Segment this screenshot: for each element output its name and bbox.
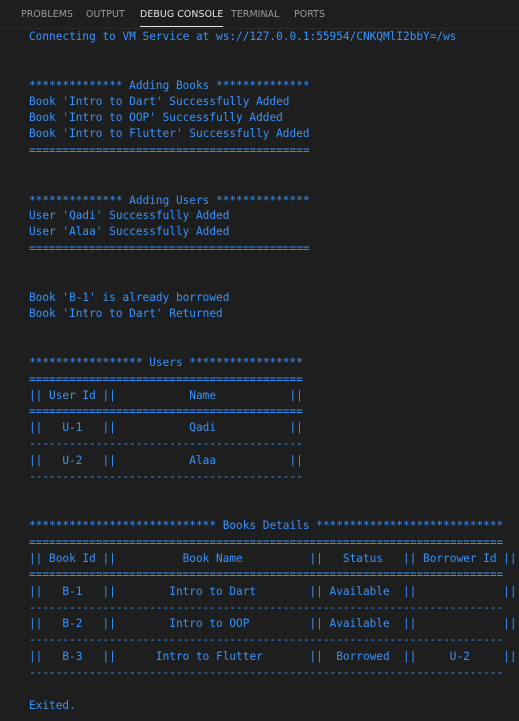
divider-line: ========================================… <box>29 242 310 255</box>
books-table-row: || B-2 || Intro to OOP || Available || |… <box>29 617 517 630</box>
exited-message: Exited. <box>29 699 76 712</box>
console-output[interactable]: Connecting to VM Service at ws://127.0.0… <box>0 29 519 721</box>
books-table-rule: ========================================… <box>29 536 504 549</box>
users-table-rule: ========================================… <box>29 405 303 418</box>
tab-label: PROBLEMS <box>21 9 73 20</box>
book-added-line: Book 'Intro to Flutter' Successfully Add… <box>29 127 310 140</box>
books-table-separator: ----------------------------------------… <box>29 633 504 646</box>
books-table-separator: ----------------------------------------… <box>29 666 504 679</box>
debug-panel: PROBLEMS OUTPUT DEBUG CONSOLE TERMINAL P… <box>0 0 519 721</box>
tab-label: OUTPUT <box>86 9 125 20</box>
books-table-row: || B-3 || Intro to Flutter || Borrowed |… <box>29 650 517 663</box>
adding-users-header: ************** Adding Users ************… <box>29 194 310 207</box>
book-added-line: Book 'Intro to OOP' Successfully Added <box>29 111 283 124</box>
returned-message: Book 'Intro to Dart' Returned <box>29 307 223 320</box>
panel-tab-bar: PROBLEMS OUTPUT DEBUG CONSOLE TERMINAL P… <box>0 0 519 29</box>
users-table-header: || User Id || Name || <box>29 389 303 402</box>
tab-output[interactable]: OUTPUT <box>86 9 125 20</box>
user-added-line: User 'Qadi' Successfully Added <box>29 209 230 222</box>
users-table-row: || U-2 || Alaa || <box>29 454 303 467</box>
users-table-separator: ----------------------------------------… <box>29 437 303 450</box>
tab-problems[interactable]: PROBLEMS <box>21 9 73 20</box>
tab-debug-console[interactable]: DEBUG CONSOLE <box>140 9 224 27</box>
borrowed-message: Book 'B-1' is already borrowed <box>29 291 230 304</box>
books-table-row: || B-1 || Intro to Dart || Available || … <box>29 585 517 598</box>
tab-label: DEBUG CONSOLE <box>140 9 224 20</box>
divider-line: ========================================… <box>29 144 310 157</box>
active-tab-indicator <box>140 26 224 27</box>
users-table-title: ***************** Users ****************… <box>29 356 303 369</box>
users-table-rule: ========================================… <box>29 373 303 386</box>
book-added-line: Book 'Intro to Dart' Successfully Added <box>29 95 290 108</box>
books-table-title: **************************** Books Detai… <box>29 519 504 532</box>
tab-label: PORTS <box>294 9 326 20</box>
users-table-row: || U-1 || Qadi || <box>29 421 303 434</box>
books-table-separator: ----------------------------------------… <box>29 601 504 614</box>
connecting-line: Connecting to VM Service at ws://127.0.0… <box>29 30 457 43</box>
tab-terminal[interactable]: TERMINAL <box>231 9 279 20</box>
user-added-line: User 'Alaa' Successfully Added <box>29 225 230 238</box>
tab-label: TERMINAL <box>231 9 280 20</box>
adding-books-header: ************** Adding Books ************… <box>29 79 310 92</box>
tab-ports[interactable]: PORTS <box>294 9 325 20</box>
books-table-rule: ========================================… <box>29 568 504 581</box>
books-table-header: || Book Id || Book Name || Status || Bor… <box>29 552 517 565</box>
users-table-separator: ----------------------------------------… <box>29 470 303 483</box>
